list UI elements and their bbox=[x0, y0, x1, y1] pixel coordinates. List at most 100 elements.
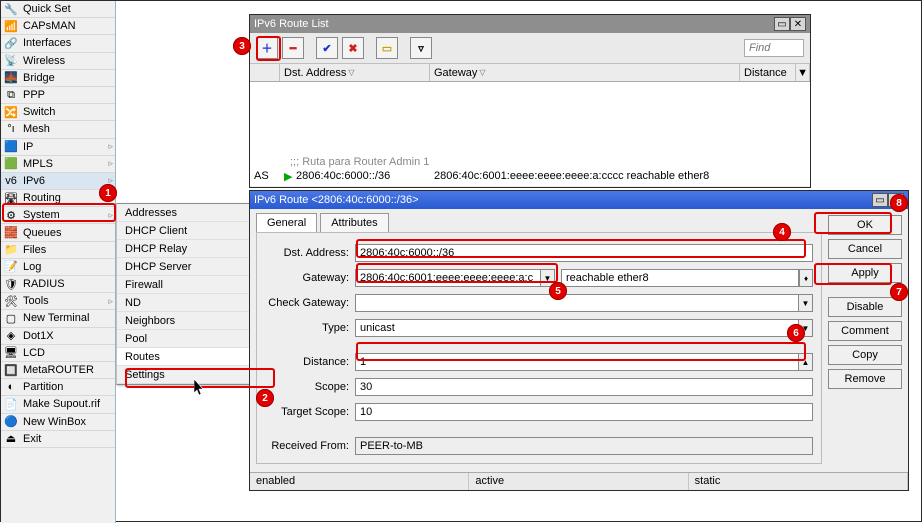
sidebar-item-log[interactable]: 📝Log bbox=[1, 259, 115, 276]
table-row[interactable]: AS ▶ 2806:40c:6000::/36 2806:40c:6001:ee… bbox=[250, 168, 810, 184]
ok-button[interactable]: OK bbox=[828, 215, 902, 235]
tab-attributes[interactable]: Attributes bbox=[320, 213, 388, 232]
sidebar-item-new-terminal[interactable]: ▢New Terminal bbox=[1, 310, 115, 327]
remove-button[interactable]: Remove bbox=[828, 369, 902, 389]
sidebar-item-radius[interactable]: 🛡RADIUS bbox=[1, 276, 115, 293]
tab-general[interactable]: General bbox=[256, 213, 317, 232]
distance-input[interactable]: 1 bbox=[355, 353, 799, 371]
close-icon[interactable]: ✕ bbox=[790, 17, 806, 31]
sidebar-item-tools[interactable]: 🛠Tools▹ bbox=[1, 293, 115, 310]
route-list-titlebar[interactable]: IPv6 Route List ▭ ✕ bbox=[250, 15, 810, 33]
sidebar-item-dot1x[interactable]: ◈Dot1X bbox=[1, 328, 115, 345]
col-dst[interactable]: Dst. Address bbox=[280, 64, 430, 81]
dst-address-input[interactable]: 2806:40c:6000::/36 bbox=[355, 244, 813, 262]
sidebar-item-routing[interactable]: 🛣Routing▹ bbox=[1, 190, 115, 207]
gateway-input[interactable]: 2806:40c:6001:eeee:eeee:eeee:a:c bbox=[355, 269, 541, 287]
chevron-down-icon[interactable]: ▼ bbox=[541, 269, 555, 287]
sidebar-icon: ⏏ bbox=[3, 432, 19, 446]
sidebar-item-new-winbox[interactable]: 🔵New WinBox bbox=[1, 414, 115, 431]
sidebar-item-label: MetaROUTER bbox=[23, 364, 94, 376]
sidebar-item-label: Tools bbox=[23, 295, 49, 307]
close-icon[interactable]: ✕ bbox=[888, 193, 904, 207]
sidebar-item-label: CAPsMAN bbox=[23, 20, 76, 32]
chevron-right-icon: ▹ bbox=[108, 296, 113, 307]
sidebar-icon: °ı bbox=[3, 122, 19, 136]
col-menu-icon[interactable]: ▼ bbox=[796, 64, 810, 81]
cancel-button[interactable]: Cancel bbox=[828, 239, 902, 259]
copy-button[interactable]: Copy bbox=[828, 345, 902, 365]
scope-input[interactable]: 30 bbox=[355, 378, 813, 396]
find-input[interactable] bbox=[744, 39, 804, 57]
minimize-icon[interactable]: ▭ bbox=[774, 17, 790, 31]
remove-button[interactable]: ━ bbox=[282, 37, 304, 59]
add-gateway-icon[interactable]: ♦ bbox=[799, 269, 813, 287]
status-bar: enabled active static bbox=[250, 472, 908, 490]
sidebar-item-label: New Terminal bbox=[23, 312, 89, 324]
sidebar-item-label: Make Supout.rif bbox=[23, 398, 100, 410]
filter-button[interactable]: ▿ bbox=[410, 37, 432, 59]
sidebar-item-ip[interactable]: 🟦IP▹ bbox=[1, 139, 115, 156]
comment-button[interactable]: Comment bbox=[828, 321, 902, 341]
route-list-toolbar: ＋ ━ ✔ ✖ ▭ ▿ bbox=[250, 33, 810, 64]
disable-button[interactable]: ✖ bbox=[342, 37, 364, 59]
route-detail-title: IPv6 Route <2806:40c:6000::/36> bbox=[254, 194, 419, 206]
route-list-body[interactable]: ;;; Ruta para Router Admin 1 AS ▶ 2806:4… bbox=[250, 82, 810, 186]
sidebar-icon: 🟩 bbox=[3, 157, 19, 171]
sidebar-item-wireless[interactable]: 📡Wireless bbox=[1, 53, 115, 70]
add-button[interactable]: ＋ bbox=[256, 37, 278, 59]
check-gateway-input[interactable] bbox=[355, 294, 799, 312]
sidebar-item-make-supout-rif[interactable]: 📄Make Supout.rif bbox=[1, 396, 115, 413]
sidebar-item-exit[interactable]: ⏏Exit bbox=[1, 431, 115, 448]
sidebar-item-mesh[interactable]: °ı Mesh bbox=[1, 121, 115, 138]
sidebar-icon: 🖥 bbox=[3, 346, 19, 360]
status-static: static bbox=[689, 473, 908, 490]
chevron-down-icon[interactable]: ▼ bbox=[799, 319, 813, 337]
sidebar-item-switch[interactable]: 🔀Switch bbox=[1, 104, 115, 121]
spinner-up-icon[interactable]: ▲ bbox=[799, 353, 813, 371]
route-detail-titlebar[interactable]: IPv6 Route <2806:40c:6000::/36> ▭ ✕ bbox=[250, 191, 908, 209]
chevron-right-icon: ▹ bbox=[108, 158, 113, 169]
sidebar-icon: 🔧 bbox=[3, 2, 19, 16]
sidebar-icon: 🔀 bbox=[3, 105, 19, 119]
col-gw[interactable]: Gateway bbox=[430, 64, 740, 81]
sidebar-item-ppp[interactable]: ⧉PPP bbox=[1, 87, 115, 104]
sidebar-item-label: MPLS bbox=[23, 158, 53, 170]
disable-button[interactable]: Disable bbox=[828, 297, 902, 317]
lbl-rfrom: Received From: bbox=[259, 440, 355, 452]
col-dist[interactable]: Distance bbox=[740, 64, 796, 81]
chevron-down-icon[interactable]: ▼ bbox=[799, 294, 813, 312]
sidebar-item-files[interactable]: 📁Files bbox=[1, 242, 115, 259]
sidebar-item-label: PPP bbox=[23, 89, 45, 101]
minimize-icon[interactable]: ▭ bbox=[872, 193, 888, 207]
chevron-right-icon: ▹ bbox=[108, 193, 113, 204]
sidebar-item-queues[interactable]: 🧱Queues bbox=[1, 224, 115, 241]
sidebar-item-bridge[interactable]: 🌉Bridge bbox=[1, 70, 115, 87]
sidebar-item-lcd[interactable]: 🖥LCD bbox=[1, 345, 115, 362]
route-list-window: IPv6 Route List ▭ ✕ ＋ ━ ✔ ✖ ▭ ▿ Dst. Add… bbox=[249, 14, 811, 188]
sidebar-icon: 📁 bbox=[3, 243, 19, 257]
sidebar-item-quick-set[interactable]: 🔧Quick Set bbox=[1, 1, 115, 18]
sidebar-icon: 🟦 bbox=[3, 140, 19, 154]
sidebar-item-interfaces[interactable]: 🔗Interfaces bbox=[1, 35, 115, 52]
row-dst: 2806:40c:6000::/36 bbox=[292, 170, 430, 182]
sidebar-item-label: Log bbox=[23, 261, 41, 273]
sidebar-item-metarouter[interactable]: 🔲MetaROUTER bbox=[1, 362, 115, 379]
lbl-tscope: Target Scope: bbox=[259, 406, 355, 418]
comment-button[interactable]: ▭ bbox=[376, 37, 398, 59]
enable-button[interactable]: ✔ bbox=[316, 37, 338, 59]
col-flag[interactable] bbox=[250, 64, 280, 81]
button-column: OK Cancel Apply Disable Comment Copy Rem… bbox=[828, 215, 902, 389]
target-scope-input[interactable]: 10 bbox=[355, 403, 813, 421]
sidebar-item-capsman[interactable]: 📶CAPsMAN bbox=[1, 18, 115, 35]
type-input[interactable]: unicast bbox=[355, 319, 799, 337]
sidebar-item-label: Mesh bbox=[23, 123, 50, 135]
sidebar-item-ipv6[interactable]: v6IPv6▹ bbox=[1, 173, 115, 190]
tab-bar: General Attributes bbox=[250, 209, 908, 232]
sidebar-item-system[interactable]: ⚙System▹ bbox=[1, 207, 115, 224]
sidebar-item-mpls[interactable]: 🟩 MPLS ▹ bbox=[1, 156, 115, 173]
apply-button[interactable]: Apply bbox=[828, 263, 902, 283]
sidebar-item-partition[interactable]: ◐Partition bbox=[1, 379, 115, 396]
sidebar-item-label: New WinBox bbox=[23, 416, 86, 428]
lbl-type: Type: bbox=[259, 322, 355, 334]
sidebar-icon: 🧱 bbox=[3, 226, 19, 240]
